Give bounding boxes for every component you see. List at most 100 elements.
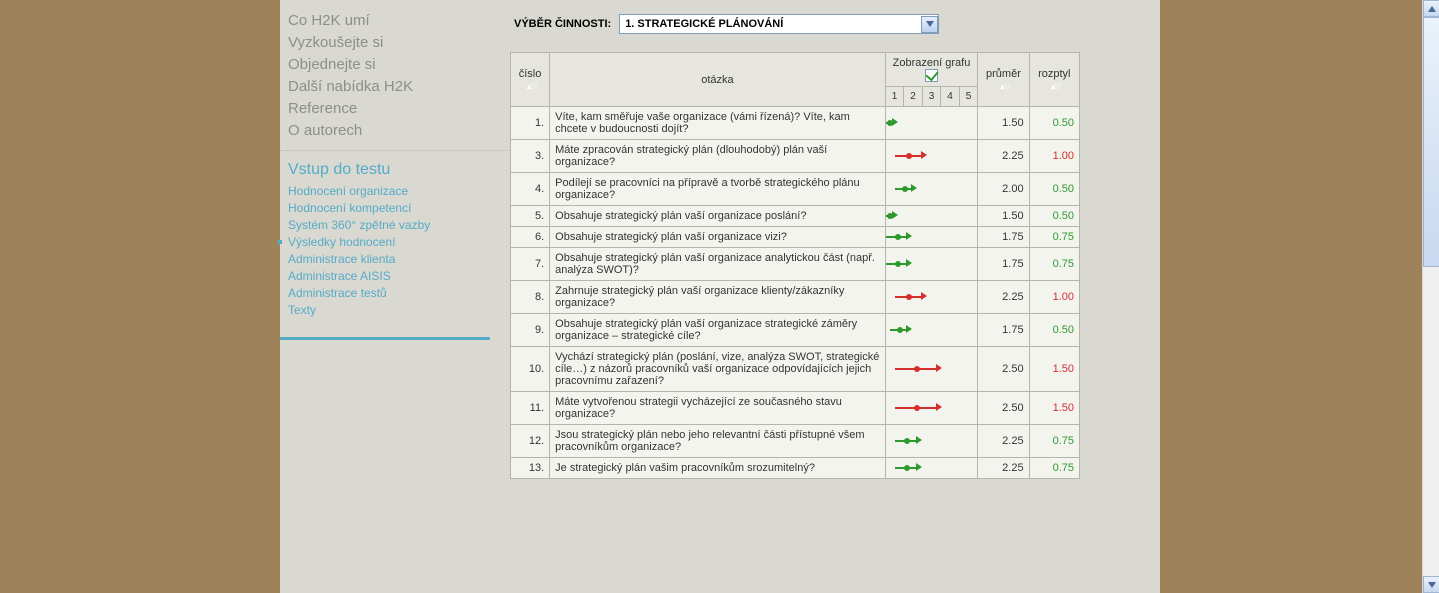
th-average[interactable]: průměr▲▽	[978, 53, 1029, 107]
row-average: 1.75	[978, 314, 1029, 347]
row-question: Obsahuje strategický plán vaší organizac…	[550, 248, 886, 281]
table-row: 5.Obsahuje strategický plán vaší organiz…	[511, 206, 1080, 227]
sub-nav-item[interactable]: Výsledky hodnocení	[288, 234, 510, 251]
row-number: 10.	[511, 347, 550, 392]
row-chart	[885, 248, 978, 281]
row-dispersion: 0.75	[1029, 425, 1079, 458]
row-number: 9.	[511, 314, 550, 347]
row-question: Je strategický plán vašim pracovníkům sr…	[550, 458, 886, 479]
row-average: 2.50	[978, 392, 1029, 425]
scroll-thumb[interactable]	[1423, 17, 1439, 267]
row-dispersion: 0.50	[1029, 173, 1079, 206]
row-average: 1.50	[978, 107, 1029, 140]
row-dispersion: 1.00	[1029, 140, 1079, 173]
questions-table: číslo▲▽ otázka Zobrazení grafu průměr▲▽ …	[510, 52, 1080, 479]
tick-header: 4	[941, 87, 960, 107]
row-number: 7.	[511, 248, 550, 281]
row-chart	[885, 140, 978, 173]
row-question: Obsahuje strategický plán vaší organizac…	[550, 227, 886, 248]
row-number: 4.	[511, 173, 550, 206]
th-dispersion[interactable]: rozptyl▲▽	[1029, 53, 1079, 107]
main-nav-item[interactable]: Další nabídka H2K	[288, 76, 510, 98]
tick-header: 5	[959, 87, 978, 107]
main-nav-item[interactable]: O autorech	[288, 120, 510, 142]
row-dispersion: 1.50	[1029, 392, 1079, 425]
row-question: Podílejí se pracovníci na přípravě a tvo…	[550, 173, 886, 206]
main-nav-item[interactable]: Reference	[288, 98, 510, 120]
vertical-scrollbar[interactable]	[1422, 0, 1439, 593]
activity-select-value: 1. STRATEGICKÉ PLÁNOVÁNÍ	[625, 18, 783, 30]
table-row: 8.Zahrnuje strategický plán vaší organiz…	[511, 281, 1080, 314]
tick-header: 3	[922, 87, 941, 107]
sub-nav-item[interactable]: Texty	[288, 302, 510, 319]
row-question: Vychází strategický plán (poslání, vize,…	[550, 347, 886, 392]
chart-visibility-checkbox[interactable]	[925, 69, 938, 82]
th-question: otázka	[550, 53, 886, 107]
table-row: 7.Obsahuje strategický plán vaší organiz…	[511, 248, 1080, 281]
tick-header: 1	[885, 87, 904, 107]
row-dispersion: 0.75	[1029, 227, 1079, 248]
row-chart	[885, 347, 978, 392]
sub-nav-heading[interactable]: Vstup do testu	[280, 161, 510, 179]
th-chart: Zobrazení grafu	[885, 53, 978, 87]
row-dispersion: 1.00	[1029, 281, 1079, 314]
scroll-up-button[interactable]	[1423, 0, 1439, 17]
row-chart	[885, 173, 978, 206]
th-number[interactable]: číslo▲▽	[511, 53, 550, 107]
table-row: 12.Jsou strategický plán nebo jeho relev…	[511, 425, 1080, 458]
table-row: 9.Obsahuje strategický plán vaší organiz…	[511, 314, 1080, 347]
sub-nav-item[interactable]: Hodnocení kompetencí	[288, 200, 510, 217]
main-nav-item[interactable]: Objednejte si	[288, 54, 510, 76]
sub-nav-item[interactable]: Administrace klienta	[288, 251, 510, 268]
row-dispersion: 0.50	[1029, 314, 1079, 347]
row-chart	[885, 425, 978, 458]
row-chart	[885, 206, 978, 227]
row-average: 2.50	[978, 347, 1029, 392]
row-chart	[885, 227, 978, 248]
row-number: 11.	[511, 392, 550, 425]
row-average: 1.75	[978, 227, 1029, 248]
content-area: VÝBĚR ČINNOSTI: 1. STRATEGICKÉ PLÁNOVÁNÍ…	[510, 0, 1160, 593]
activity-select[interactable]: 1. STRATEGICKÉ PLÁNOVÁNÍ	[619, 14, 939, 34]
row-dispersion: 0.50	[1029, 107, 1079, 140]
row-average: 2.25	[978, 140, 1029, 173]
row-chart	[885, 281, 978, 314]
row-average: 1.50	[978, 206, 1029, 227]
row-chart	[885, 458, 978, 479]
row-number: 6.	[511, 227, 550, 248]
row-average: 2.25	[978, 281, 1029, 314]
row-chart	[885, 314, 978, 347]
main-nav: Co H2K umíVyzkoušejte siObjednejte siDal…	[280, 10, 510, 151]
sub-nav-item[interactable]: Hodnocení organizace	[288, 183, 510, 200]
sub-nav-item[interactable]: Administrace AISIS	[288, 268, 510, 285]
row-chart	[885, 107, 978, 140]
row-dispersion: 0.75	[1029, 248, 1079, 281]
sub-nav: Hodnocení organizaceHodnocení kompetencí…	[280, 183, 510, 327]
row-average: 2.25	[978, 458, 1029, 479]
row-number: 5.	[511, 206, 550, 227]
row-dispersion: 0.75	[1029, 458, 1079, 479]
table-row: 3.Máte zpracován strategický plán (dlouh…	[511, 140, 1080, 173]
row-average: 1.75	[978, 248, 1029, 281]
row-number: 13.	[511, 458, 550, 479]
table-row: 6.Obsahuje strategický plán vaší organiz…	[511, 227, 1080, 248]
row-question: Zahrnuje strategický plán vaší organizac…	[550, 281, 886, 314]
row-question: Obsahuje strategický plán vaší organizac…	[550, 314, 886, 347]
table-row: 11.Máte vytvořenou strategii vycházející…	[511, 392, 1080, 425]
row-dispersion: 1.50	[1029, 347, 1079, 392]
row-question: Máte vytvořenou strategii vycházející ze…	[550, 392, 886, 425]
table-row: 4.Podílejí se pracovníci na přípravě a t…	[511, 173, 1080, 206]
main-nav-item[interactable]: Vyzkoušejte si	[288, 32, 510, 54]
row-number: 12.	[511, 425, 550, 458]
table-row: 13.Je strategický plán vašim pracovníkům…	[511, 458, 1080, 479]
row-number: 1.	[511, 107, 550, 140]
sidebar: Co H2K umíVyzkoušejte siObjednejte siDal…	[280, 0, 510, 593]
row-dispersion: 0.50	[1029, 206, 1079, 227]
row-question: Jsou strategický plán nebo jeho relevant…	[550, 425, 886, 458]
sub-nav-item[interactable]: Systém 360° zpětné vazby	[288, 217, 510, 234]
row-average: 2.25	[978, 425, 1029, 458]
sub-nav-item[interactable]: Administrace testů	[288, 285, 510, 302]
row-number: 3.	[511, 140, 550, 173]
main-nav-item[interactable]: Co H2K umí	[288, 10, 510, 32]
scroll-down-button[interactable]	[1423, 576, 1439, 593]
